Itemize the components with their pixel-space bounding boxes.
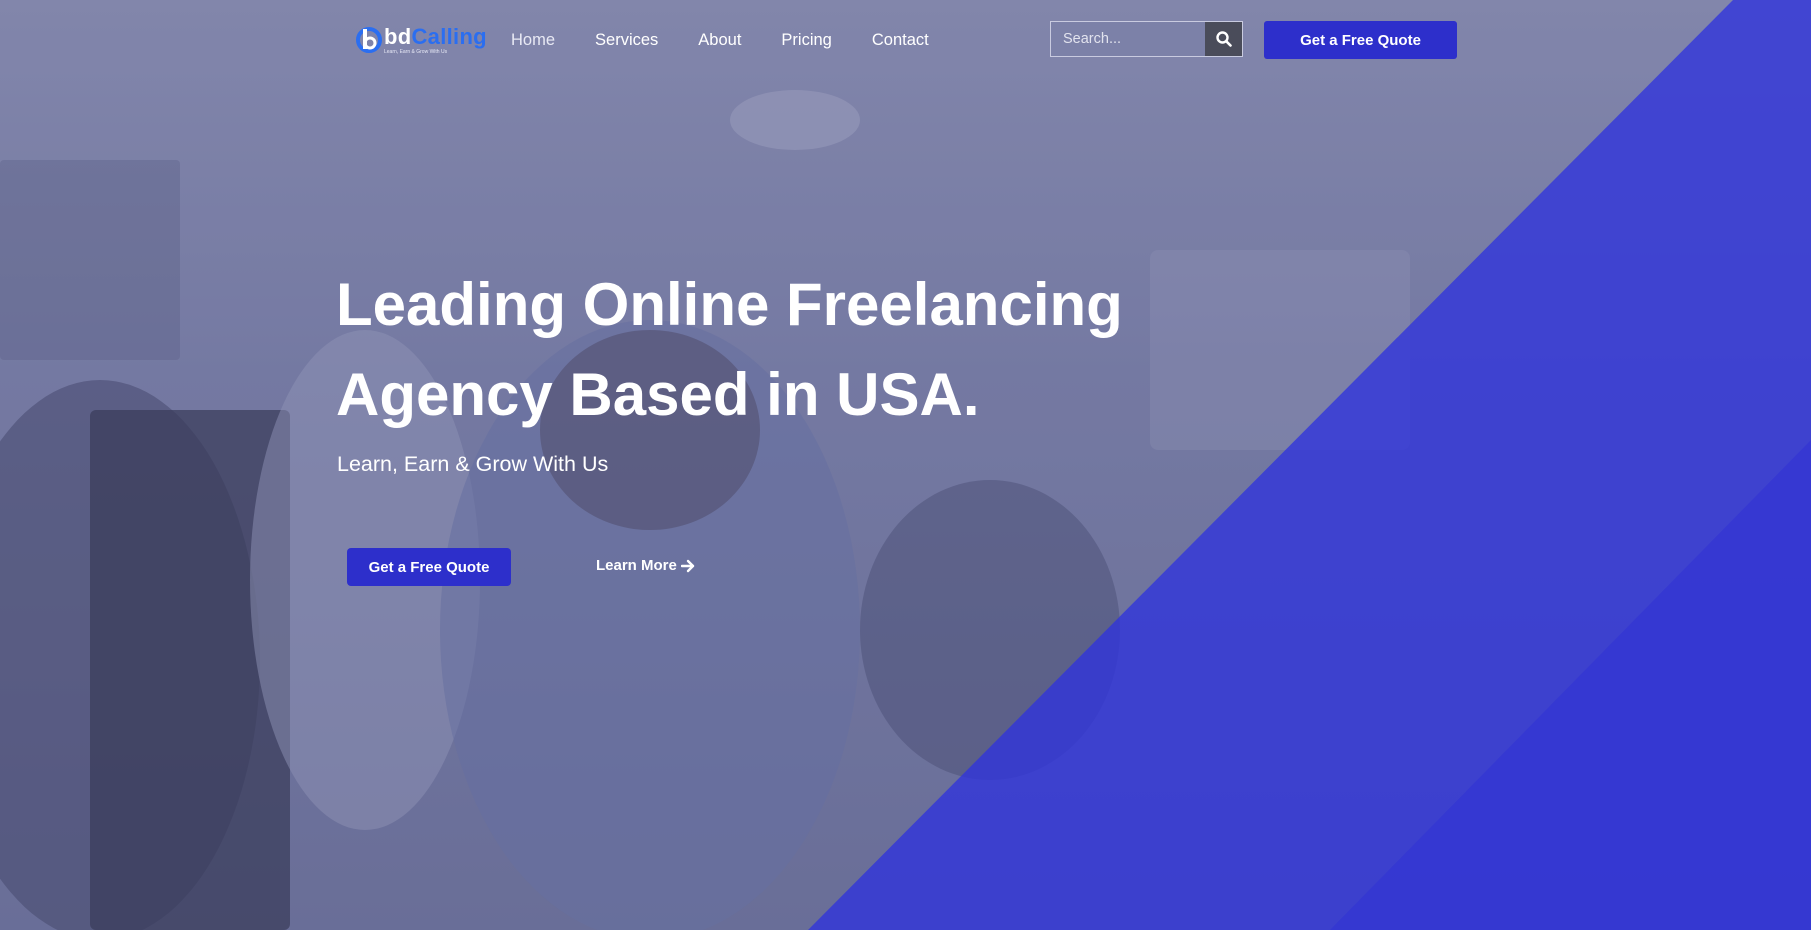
search-box — [1050, 21, 1243, 57]
learn-more-label: Learn More — [596, 557, 677, 574]
nav-link-home[interactable]: Home — [511, 30, 555, 50]
nav-link-about[interactable]: About — [698, 30, 741, 50]
get-quote-button-header[interactable]: Get a Free Quote — [1264, 21, 1457, 59]
nav-link-services[interactable]: Services — [595, 30, 658, 50]
hero-headline: Leading Online Freelancing Agency Based … — [336, 260, 1236, 440]
hero-headline-line2: Agency Based in USA. — [336, 361, 980, 428]
get-quote-button-hero[interactable]: Get a Free Quote — [347, 548, 511, 586]
learn-more-link[interactable]: Learn More — [596, 556, 695, 576]
logo-mark-icon — [356, 27, 382, 53]
top-navigation: bdCalling Learn, Earn & Grow With Us Hom… — [0, 0, 1811, 80]
hero-section — [0, 0, 1811, 930]
brand-logo[interactable]: bdCalling Learn, Earn & Grow With Us — [356, 24, 487, 56]
diagonal-accent-shape — [808, 0, 1811, 930]
hero-subheadline: Learn, Earn & Grow With Us — [337, 452, 609, 476]
arrow-right-icon — [680, 559, 695, 573]
nav-menu: Home Services About Pricing Contact — [511, 30, 969, 50]
brand-tagline: Learn, Earn & Grow With Us — [384, 49, 448, 55]
hero-headline-line1: Leading Online Freelancing — [336, 271, 1123, 338]
search-icon — [1215, 31, 1232, 47]
search-button[interactable] — [1205, 22, 1242, 56]
nav-link-contact[interactable]: Contact — [872, 30, 929, 50]
search-input[interactable] — [1051, 22, 1206, 56]
brand-name: bdCalling — [384, 24, 487, 49]
nav-link-pricing[interactable]: Pricing — [781, 30, 831, 50]
